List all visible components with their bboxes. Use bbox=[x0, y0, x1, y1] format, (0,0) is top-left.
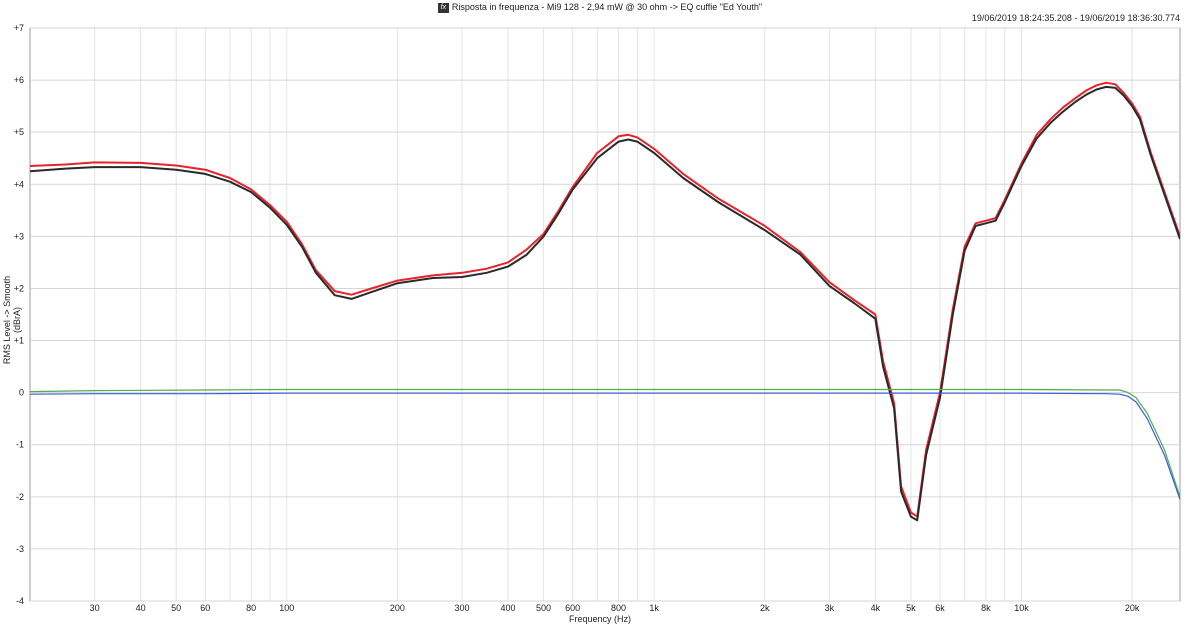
x-tick-label: 800 bbox=[611, 603, 626, 613]
x-tick-label: 500 bbox=[536, 603, 551, 613]
frequency-response-chart: +7+6+5+4+3+2+10-1-2-3-430 40 50 60 80 100 200 3… bbox=[14, 23, 1181, 613]
x-tick-label: 6k bbox=[935, 603, 945, 613]
x-tick-label: 50 bbox=[171, 603, 181, 613]
x-tick-label: 40 bbox=[136, 603, 146, 613]
x-tick-label: 100 bbox=[279, 603, 294, 613]
y-tick-label: -1 bbox=[16, 440, 24, 450]
y-tick-label: -3 bbox=[16, 544, 24, 554]
x-tick-label: 5k bbox=[906, 603, 916, 613]
y-tick-label: -4 bbox=[16, 596, 24, 606]
x-tick-label: 30 bbox=[90, 603, 100, 613]
x-tick-label: 3k bbox=[825, 603, 835, 613]
x-tick-label: 1k bbox=[649, 603, 659, 613]
x-tick-label: 4k bbox=[871, 603, 881, 613]
x-tick-label: 400 bbox=[500, 603, 515, 613]
y-tick-label: 0 bbox=[19, 388, 24, 398]
y-tick-label: +6 bbox=[14, 75, 24, 85]
x-axis-label: Frequency (Hz) bbox=[568, 614, 631, 624]
x-tick-label: 80 bbox=[246, 603, 256, 613]
x-tick-label: 600 bbox=[565, 603, 580, 613]
y-tick-label: -2 bbox=[16, 492, 24, 502]
x-tick-label: 8k bbox=[981, 603, 991, 613]
x-tick-label: 60 bbox=[200, 603, 210, 613]
x-tick-label: 300 bbox=[455, 603, 470, 613]
x-tick-label: 2k bbox=[760, 603, 770, 613]
y-tick-label: +7 bbox=[14, 23, 24, 33]
x-tick-label: 200 bbox=[390, 603, 405, 613]
x-tick-label: 10k bbox=[1014, 603, 1029, 613]
y-axis-label: RMS Level -> Smooth (dBrA) bbox=[2, 275, 22, 365]
y-tick-label: +3 bbox=[14, 231, 24, 241]
plot-area bbox=[29, 27, 1181, 602]
y-tick-label: +4 bbox=[14, 179, 24, 189]
y-tick-label: +5 bbox=[14, 127, 24, 137]
x-tick-label: 20k bbox=[1125, 603, 1140, 613]
